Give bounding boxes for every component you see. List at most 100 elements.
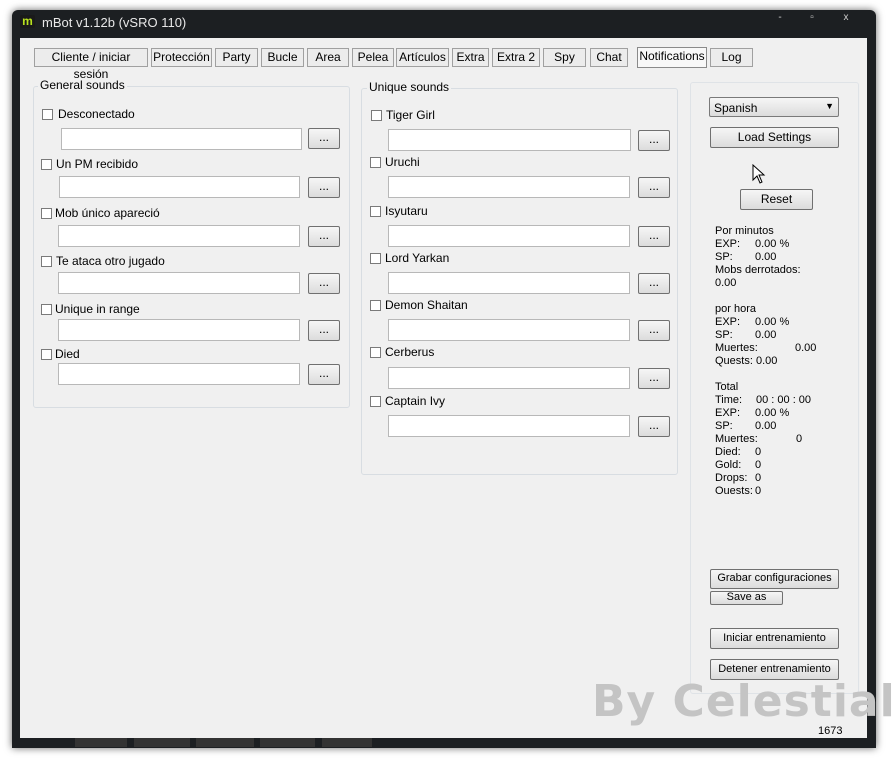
tab-articulos[interactable]: Artículos bbox=[396, 48, 449, 67]
browse-button-pm-recibido[interactable]: ... bbox=[308, 177, 340, 198]
taskbar-item[interactable] bbox=[75, 738, 127, 747]
checkbox-pm-recibido[interactable] bbox=[41, 159, 52, 170]
label-te-ataca: Te ataca otro jugado bbox=[56, 254, 165, 268]
language-value: Spanish bbox=[714, 101, 758, 115]
checkbox-cerberus[interactable] bbox=[370, 347, 381, 358]
client-area: Cliente / iniciar sesión Protección Part… bbox=[20, 38, 867, 738]
label-desconectado: Desconectado bbox=[58, 107, 135, 121]
total-heading: Total bbox=[715, 381, 739, 393]
total-deaths-label: Muertes: bbox=[715, 433, 758, 445]
checkbox-te-ataca[interactable] bbox=[41, 256, 52, 267]
path-field-died[interactable] bbox=[58, 363, 300, 385]
browse-button-died[interactable]: ... bbox=[308, 364, 340, 385]
tab-proteccion[interactable]: Protección bbox=[151, 48, 212, 67]
taskbar-item[interactable] bbox=[260, 738, 315, 747]
browse-button-unique-in-range[interactable]: ... bbox=[308, 320, 340, 341]
path-field-te-ataca[interactable] bbox=[58, 272, 300, 294]
app-icon: m bbox=[20, 15, 35, 28]
load-settings-button[interactable]: Load Settings bbox=[710, 127, 839, 148]
browse-button-isyutaru[interactable]: ... bbox=[638, 226, 670, 247]
path-field-cerberus[interactable] bbox=[388, 367, 630, 389]
title-bar[interactable]: m mBot v1.12b (vSRO 110) - ▫ x bbox=[12, 10, 876, 34]
taskbar-item[interactable] bbox=[134, 738, 190, 747]
tab-spy[interactable]: Spy bbox=[543, 48, 586, 67]
path-field-pm-recibido[interactable] bbox=[59, 176, 300, 198]
reset-button[interactable]: Reset bbox=[740, 189, 813, 210]
tab-log[interactable]: Log bbox=[710, 48, 753, 67]
total-sp-value: 0.00 bbox=[755, 420, 777, 432]
path-field-lord-yarkan[interactable] bbox=[388, 272, 630, 294]
path-field-tiger-girl[interactable] bbox=[388, 129, 631, 151]
checkbox-isyutaru[interactable] bbox=[370, 206, 381, 217]
path-field-uruchi[interactable] bbox=[388, 176, 630, 198]
per-minute-heading: Por minutos bbox=[715, 225, 774, 237]
label-isyutaru: Isyutaru bbox=[385, 204, 428, 218]
browse-button-demon-shaitan[interactable]: ... bbox=[638, 320, 670, 341]
app-window: m mBot v1.12b (vSRO 110) - ▫ x Cliente /… bbox=[12, 10, 876, 748]
path-field-isyutaru[interactable] bbox=[388, 225, 630, 247]
tab-extra[interactable]: Extra bbox=[452, 48, 489, 67]
browse-button-cerberus[interactable]: ... bbox=[638, 368, 670, 389]
tab-bucle[interactable]: Bucle bbox=[261, 48, 304, 67]
path-field-mob-unico[interactable] bbox=[58, 225, 300, 247]
browse-button-captain-ivy[interactable]: ... bbox=[638, 416, 670, 437]
checkbox-captain-ivy[interactable] bbox=[370, 396, 381, 407]
per-hour-heading: por hora bbox=[715, 303, 756, 315]
checkbox-tiger-girl[interactable] bbox=[371, 110, 382, 121]
mouse-cursor-icon bbox=[752, 164, 766, 184]
total-quests-label: Ouests: bbox=[715, 485, 753, 497]
tab-area[interactable]: Area bbox=[307, 48, 349, 67]
per-hour-deaths-value: 0.00 bbox=[795, 342, 817, 354]
window-title: mBot v1.12b (vSRO 110) bbox=[42, 15, 187, 30]
status-counter: 1673 bbox=[818, 725, 843, 737]
path-field-unique-in-range[interactable] bbox=[58, 319, 300, 341]
checkbox-uruchi[interactable] bbox=[370, 157, 381, 168]
browse-button-lord-yarkan[interactable]: ... bbox=[638, 273, 670, 294]
path-field-desconectado[interactable] bbox=[61, 128, 302, 150]
tab-notifications[interactable]: Notifications bbox=[637, 47, 707, 68]
browse-button-desconectado[interactable]: ... bbox=[308, 128, 340, 149]
browse-button-te-ataca[interactable]: ... bbox=[308, 273, 340, 294]
label-died: Died bbox=[55, 347, 80, 361]
per-hour-quests-value: 0.00 bbox=[756, 355, 778, 367]
start-training-button[interactable]: Iniciar entrenamiento bbox=[710, 628, 839, 649]
total-exp-label: EXP: bbox=[715, 407, 741, 419]
total-drops-value: 0 bbox=[755, 472, 762, 484]
taskbar-item[interactable] bbox=[196, 738, 254, 747]
total-quests-value: 0 bbox=[755, 485, 762, 497]
tab-party[interactable]: Party bbox=[215, 48, 258, 67]
taskbar-item[interactable] bbox=[322, 738, 372, 747]
browse-button-mob-unico[interactable]: ... bbox=[308, 226, 340, 247]
language-dropdown[interactable]: Spanish ▼ bbox=[709, 97, 839, 117]
per-hour-exp-label: EXP: bbox=[715, 316, 741, 328]
checkbox-lord-yarkan[interactable] bbox=[370, 253, 381, 264]
checkbox-demon-shaitan[interactable] bbox=[370, 300, 381, 311]
label-captain-ivy: Captain Ivy bbox=[385, 394, 446, 408]
per-hour-sp-label: SP: bbox=[715, 329, 733, 341]
checkbox-died[interactable] bbox=[41, 349, 52, 360]
tab-chat[interactable]: Chat bbox=[590, 48, 628, 67]
path-field-demon-shaitan[interactable] bbox=[388, 319, 630, 341]
browse-button-uruchi[interactable]: ... bbox=[638, 177, 670, 198]
minimize-button[interactable]: - bbox=[766, 12, 794, 26]
total-deaths-value: 0 bbox=[796, 433, 803, 445]
tab-extra-2[interactable]: Extra 2 bbox=[492, 48, 540, 67]
save-as-button[interactable]: Save as bbox=[710, 591, 783, 605]
general-sounds-title: General sounds bbox=[38, 78, 127, 92]
total-gold-label: Gold: bbox=[715, 459, 742, 471]
checkbox-mob-unico[interactable] bbox=[41, 208, 52, 219]
checkbox-desconectado[interactable] bbox=[42, 109, 53, 120]
tab-cliente[interactable]: Cliente / iniciar sesión bbox=[34, 48, 148, 81]
checkbox-unique-in-range[interactable] bbox=[41, 304, 52, 315]
maximize-button[interactable]: ▫ bbox=[798, 12, 826, 26]
browse-button-tiger-girl[interactable]: ... bbox=[638, 130, 670, 151]
per-minute-exp-value: 0.00 % bbox=[755, 238, 790, 250]
total-time-value: 00 : 00 : 00 bbox=[756, 394, 812, 406]
total-exp-value: 0.00 % bbox=[755, 407, 790, 419]
per-hour-deaths-label: Muertes: bbox=[715, 342, 758, 354]
close-button[interactable]: x bbox=[832, 12, 860, 26]
tab-pelea[interactable]: Pelea bbox=[352, 48, 394, 67]
save-config-button[interactable]: Grabar configuraciones bbox=[710, 569, 839, 589]
path-field-captain-ivy[interactable] bbox=[388, 415, 630, 437]
total-gold-value: 0 bbox=[755, 459, 762, 471]
